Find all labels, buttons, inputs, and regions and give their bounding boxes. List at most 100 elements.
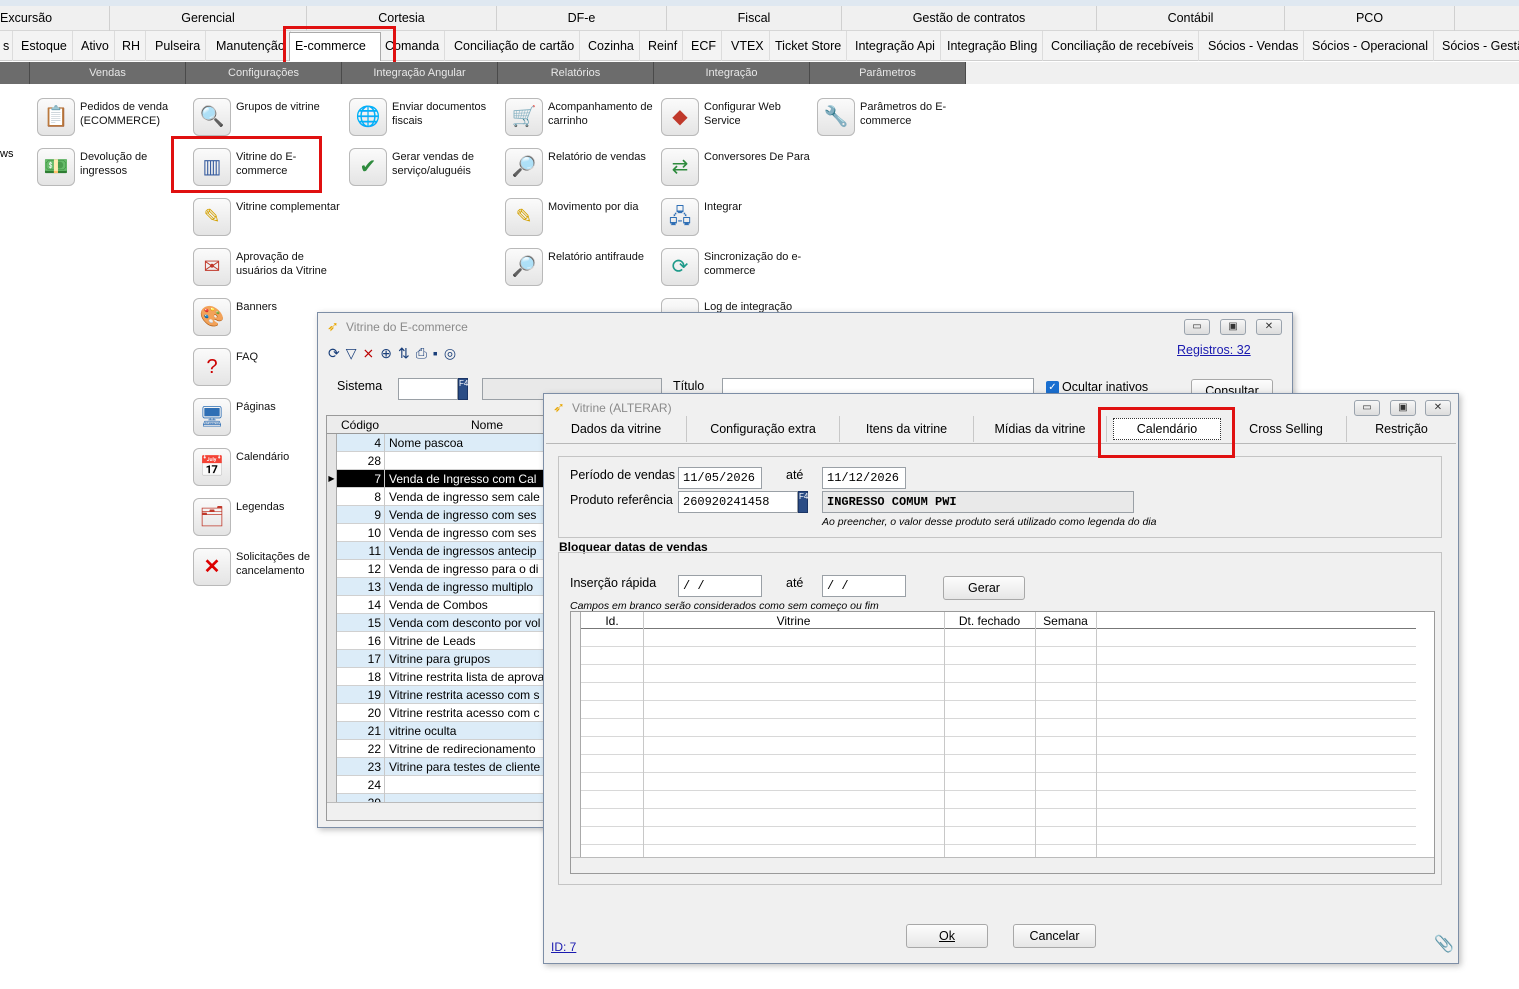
ribbon-grupos-vitrine[interactable]: 🔍 Grupos de vitrine <box>193 97 343 141</box>
tab-reinf[interactable]: Reinf <box>643 31 684 61</box>
tab-dados-vitrine[interactable]: Dados da vitrine <box>546 416 687 442</box>
minimize-button[interactable]: ▭ <box>1354 400 1380 416</box>
maximize-button[interactable]: ▣ <box>1220 319 1246 335</box>
table-row[interactable]: 22 Vitrine de redirecionamento <box>327 740 553 758</box>
grid-empty-row[interactable] <box>581 665 1416 683</box>
module-gestao-contratos[interactable]: Gestão de contratos <box>842 6 1097 31</box>
tab-vtex[interactable]: VTEX <box>726 31 770 61</box>
grid-empty-row[interactable] <box>581 773 1416 791</box>
tab-partial[interactable]: s <box>0 31 14 61</box>
table-row[interactable]: 15 Venda com desconto por vol <box>327 614 553 632</box>
module-cortesia[interactable]: Cortesia <box>307 6 497 31</box>
grid-empty-row[interactable] <box>581 701 1416 719</box>
table-row[interactable]: 20 Vitrine restrita acesso com c <box>327 704 553 722</box>
table-row[interactable]: 12 Venda de ingresso para o di <box>327 560 553 578</box>
table-row[interactable]: 10 Venda de ingresso com ses <box>327 524 553 542</box>
ribbon-devolucao-ingressos[interactable]: 💵 Devolução de ingressos <box>37 147 187 191</box>
tab-cozinha[interactable]: Cozinha <box>583 31 640 61</box>
col-dt-fechado-header[interactable]: Dt. fechado <box>944 614 1035 628</box>
table-row[interactable]: 9 Venda de ingresso com ses <box>327 506 553 524</box>
col-nome-header[interactable]: Nome <box>471 418 503 432</box>
close-button[interactable]: ✕ <box>1425 400 1451 416</box>
tab-midias-vitrine[interactable]: Mídias da vitrine <box>974 416 1107 442</box>
insercao-ate-input[interactable]: / / <box>822 575 906 597</box>
col-semana-header[interactable]: Semana <box>1035 614 1096 628</box>
periodo-ate-input[interactable]: 11/12/2026 <box>822 467 906 489</box>
grid-empty-row[interactable] <box>581 629 1416 647</box>
maximize-button[interactable]: ▣ <box>1390 400 1416 416</box>
cancelar-button[interactable]: Cancelar <box>1013 924 1096 948</box>
produto-f4-button[interactable]: F4 <box>798 491 808 513</box>
ribbon-configurar-web-service[interactable]: ◆ Configurar Web Service <box>661 97 811 141</box>
tab-socios-operacional[interactable]: Sócios - Operacional <box>1307 31 1435 61</box>
tab-socios-gestao[interactable]: Sócios - Gestão <box>1437 31 1519 61</box>
clear-filter-icon[interactable]: ⨯ <box>363 345 381 361</box>
tab-ecommerce[interactable]: E-commerce <box>289 32 381 61</box>
tab-ativo[interactable]: Ativo <box>76 31 115 61</box>
ok-button[interactable]: Ok <box>906 924 988 948</box>
table-row[interactable]: 19 Vitrine restrita acesso com s <box>327 686 553 704</box>
module-contabil[interactable]: Contábil <box>1097 6 1285 31</box>
zoom-icon[interactable]: ⊕ <box>380 345 398 361</box>
table-row[interactable]: ▶ 7 Venda de Ingresso com Cal <box>327 470 553 488</box>
module-pco[interactable]: PCO <box>1285 6 1455 31</box>
table-row[interactable]: 17 Vitrine para grupos <box>327 650 553 668</box>
tab-rh[interactable]: RH <box>117 31 147 61</box>
module-fiscal[interactable]: Fiscal <box>667 6 842 31</box>
tab-conciliacao-cartao[interactable]: Conciliação de cartão <box>449 31 581 61</box>
table-row[interactable]: 23 Vitrine para testes de cliente <box>327 758 553 776</box>
ribbon-vitrine-complementar[interactable]: ✎ Vitrine complementar <box>193 197 343 241</box>
tab-socios-vendas[interactable]: Sócios - Vendas <box>1203 31 1305 61</box>
tab-integracao-bling[interactable]: Integração Bling <box>942 31 1044 61</box>
module-dfe[interactable]: DF-e <box>497 6 667 31</box>
tab-configuracao-extra[interactable]: Configuração extra <box>687 416 840 442</box>
grid-empty-row[interactable] <box>581 827 1416 845</box>
tab-ticket-store[interactable]: Ticket Store <box>770 31 848 61</box>
table-row[interactable]: 24 <box>327 776 553 794</box>
grid-empty-row[interactable] <box>581 737 1416 755</box>
minimize-button[interactable]: ▭ <box>1184 319 1210 335</box>
module-gerencial[interactable]: Gerencial <box>110 6 307 31</box>
ribbon-sincronizacao[interactable]: ⟳ Sincronização do e-commerce <box>661 247 811 291</box>
grid-empty-row[interactable] <box>581 791 1416 809</box>
ribbon-integrar[interactable]: 🖧 Integrar <box>661 197 811 241</box>
id-link[interactable]: ID: 7 <box>551 940 576 954</box>
filter-icon[interactable]: ▽ <box>346 345 363 361</box>
sort-icon[interactable]: ⇅ <box>398 345 416 361</box>
ia-icon[interactable]: ◎ <box>444 345 462 361</box>
close-button[interactable]: ✕ <box>1256 319 1282 335</box>
print-icon[interactable]: ⎙ <box>416 345 433 361</box>
ribbon-relatorio-antifraude[interactable]: 🔎 Relatório antifraude <box>505 247 655 291</box>
grid-empty-row[interactable] <box>581 683 1416 701</box>
ribbon-vitrine-ecommerce[interactable]: ▥ Vitrine do E-commerce <box>193 147 343 191</box>
ribbon-movimento-dia[interactable]: ✎ Movimento por dia <box>505 197 655 241</box>
ribbon-gerar-vendas[interactable]: ✔ Gerar vendas de serviço/aluguéis <box>349 147 499 191</box>
tab-itens-vitrine[interactable]: Itens da vitrine <box>840 416 974 442</box>
periodo-de-input[interactable]: 11/05/2026 <box>678 467 762 489</box>
table-row[interactable]: 14 Venda de Combos <box>327 596 553 614</box>
tab-integracao-api[interactable]: Integração Api <box>850 31 941 61</box>
ribbon-conversores[interactable]: ⇄ Conversores De Para <box>661 147 811 191</box>
table-row[interactable]: 21 vitrine oculta <box>327 722 553 740</box>
tab-restricao[interactable]: Restrição <box>1347 416 1456 442</box>
ribbon-aprovacao-usuarios[interactable]: ✉ Aprovação de usuários da Vitrine <box>193 247 343 291</box>
ribbon-acompanhamento-carrinho[interactable]: 🛒 Acompanhamento de carrinho <box>505 97 655 141</box>
ribbon-relatorio-vendas[interactable]: 🔎 Relatório de vendas <box>505 147 655 191</box>
ribbon-enviar-documentos[interactable]: 🌐 Enviar documentos fiscais <box>349 97 499 141</box>
grid-empty-row[interactable] <box>581 647 1416 665</box>
save-icon[interactable]: ▪ <box>433 345 444 361</box>
paperclip-icon[interactable]: 📎 <box>1434 934 1454 954</box>
grid-empty-row[interactable] <box>581 719 1416 737</box>
sistema-input[interactable] <box>398 378 458 400</box>
tab-comanda[interactable]: Comanda <box>380 31 446 61</box>
tab-manutencao[interactable]: Manutenção <box>211 31 291 61</box>
tab-cross-selling[interactable]: Cross Selling <box>1226 416 1347 442</box>
table-row[interactable]: 13 Venda de ingresso multiplo <box>327 578 553 596</box>
table-row[interactable]: 28 <box>327 452 553 470</box>
produto-codigo-input[interactable]: 260920241458 <box>678 491 798 513</box>
ribbon-pedidos-venda[interactable]: 📋 Pedidos de venda (ECOMMERCE) <box>37 97 187 141</box>
refresh-icon[interactable]: ⟳ <box>328 345 346 361</box>
col-vitrine-header[interactable]: Vitrine <box>643 614 944 628</box>
insercao-de-input[interactable]: / / <box>678 575 762 597</box>
gerar-button[interactable]: Gerar <box>943 576 1025 600</box>
